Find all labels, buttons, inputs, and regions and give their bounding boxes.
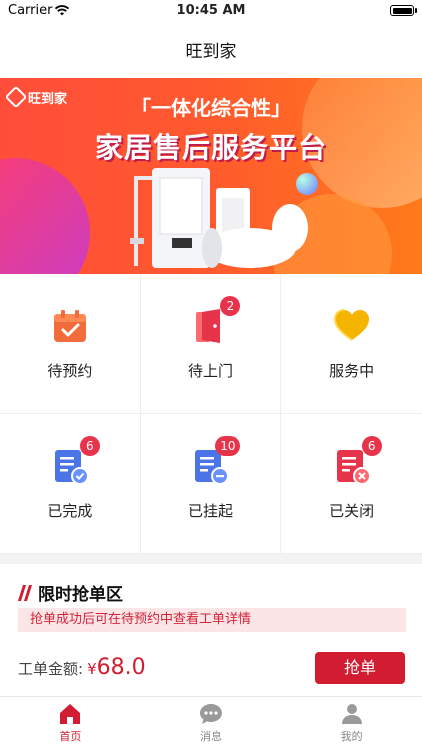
- grid-item-awaiting-visit[interactable]: 2 待上门: [140, 274, 282, 414]
- calendar-icon: [53, 310, 86, 342]
- count-badge: 6: [361, 436, 382, 456]
- tab-label: 我的: [340, 730, 363, 743]
- grab-notice: 抢单成功后可在待预约中查看工单详情: [18, 608, 406, 632]
- status-bar: Carrier 10:45 AM: [0, 0, 422, 22]
- grid-item-closed[interactable]: 6 已关闭: [281, 414, 422, 554]
- grid-item-label: 待上门: [187, 362, 233, 380]
- tab-profile[interactable]: 我的: [281, 697, 422, 750]
- tab-bar: 首页 消息 我的: [0, 696, 422, 750]
- tab-label: 首页: [59, 730, 82, 743]
- user-icon: [341, 704, 362, 724]
- battery-icon: [390, 5, 417, 16]
- appliances-illustration: [130, 168, 308, 268]
- order-amount: 工单金额: ¥68.0: [18, 655, 146, 680]
- decor-blob: [0, 158, 90, 274]
- heart-icon: [333, 309, 369, 341]
- clock: 10:45 AM: [176, 3, 246, 18]
- grab-order-button[interactable]: 抢单: [315, 652, 405, 684]
- tab-home[interactable]: 首页: [0, 697, 141, 750]
- amount-value: 68.0: [96, 655, 146, 680]
- slash-decor-icon: [18, 584, 32, 601]
- grid-item-suspended[interactable]: 10 已挂起: [140, 414, 282, 554]
- grid-item-label: 已完成: [47, 502, 93, 520]
- navigation-bar: 旺到家: [0, 22, 422, 76]
- home-icon: [60, 704, 81, 724]
- banner-subtitle: 「一体化综合性」: [131, 96, 291, 120]
- page-title: 旺到家: [185, 41, 237, 62]
- grid-item-label: 服务中: [329, 362, 375, 380]
- grid-item-pending-appointment[interactable]: 待预约: [0, 274, 141, 414]
- count-badge: 6: [79, 436, 100, 456]
- grid-item-label: 已关闭: [329, 502, 375, 520]
- promo-banner[interactable]: 旺到家 「一体化综合性」 家居售后服务平台: [0, 78, 422, 274]
- grid-item-in-service[interactable]: 服务中: [281, 274, 422, 414]
- order-status-grid: 待预约 2 待上门 服务中 6 已完成 10 已挂起 6 已关闭: [0, 274, 422, 554]
- count-badge: 2: [220, 296, 241, 316]
- grab-section-title: 限时抢单区: [38, 585, 123, 605]
- grab-section-header: 限时抢单区: [14, 580, 123, 605]
- chat-icon: [200, 704, 222, 724]
- count-badge: 10: [215, 436, 241, 456]
- tab-label: 消息: [200, 730, 222, 743]
- grid-item-label: 待预约: [47, 362, 93, 380]
- amount-label: 工单金额:: [18, 660, 84, 678]
- grid-item-completed[interactable]: 6 已完成: [0, 414, 141, 554]
- grid-item-label: 已挂起: [187, 502, 233, 520]
- currency-symbol: ¥: [87, 660, 97, 678]
- section-divider: [0, 554, 422, 564]
- banner-headline: 家居售后服务平台: [94, 131, 327, 164]
- tab-messages[interactable]: 消息: [141, 697, 282, 750]
